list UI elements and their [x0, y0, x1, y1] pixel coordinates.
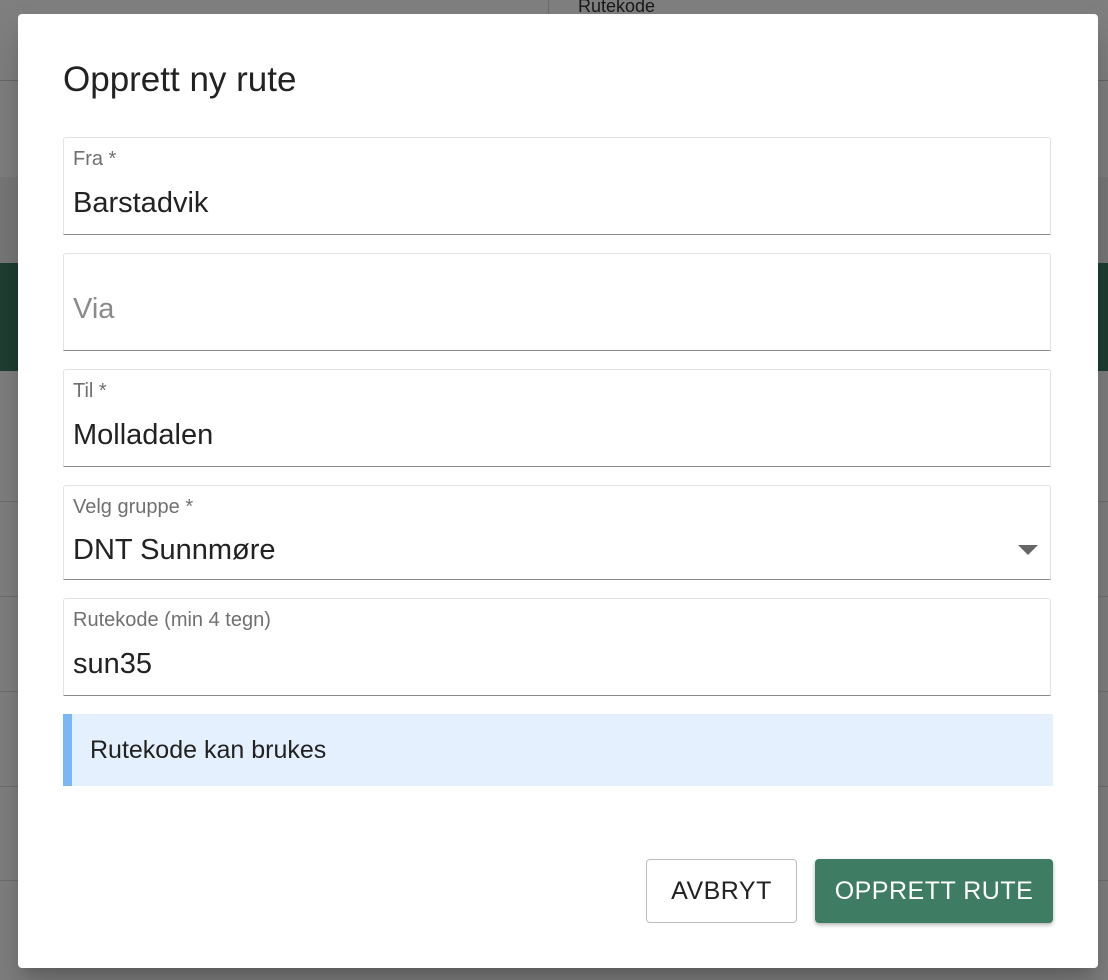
cancel-button[interactable]: AVBRYT	[646, 859, 797, 923]
from-field[interactable]: Fra *	[63, 137, 1051, 235]
to-field[interactable]: Til *	[63, 369, 1051, 467]
from-input[interactable]	[73, 187, 973, 220]
group-label: Velg gruppe *	[73, 496, 194, 518]
via-input[interactable]	[73, 293, 973, 326]
group-select[interactable]: Velg gruppe * DNT Sunnmøre	[63, 485, 1051, 580]
from-label: Fra *	[73, 148, 117, 170]
create-route-button[interactable]: OPPRETT RUTE	[815, 859, 1053, 923]
notice-text: Rutekode kan brukes	[90, 736, 327, 764]
dialog-title: Opprett ny rute	[63, 60, 297, 99]
to-label: Til *	[73, 380, 107, 402]
route-code-label: Rutekode (min 4 tegn)	[73, 609, 271, 631]
route-code-available-notice: Rutekode kan brukes	[63, 714, 1053, 786]
via-field[interactable]	[63, 253, 1051, 351]
to-input[interactable]	[73, 419, 973, 452]
dropdown-arrow-icon[interactable]	[1018, 545, 1038, 555]
create-route-dialog: Opprett ny rute Fra * Til * Velg gruppe …	[18, 14, 1098, 968]
route-code-field[interactable]: Rutekode (min 4 tegn)	[63, 598, 1051, 696]
group-selected-value[interactable]: DNT Sunnmøre	[73, 534, 973, 567]
route-code-input[interactable]	[73, 648, 973, 681]
